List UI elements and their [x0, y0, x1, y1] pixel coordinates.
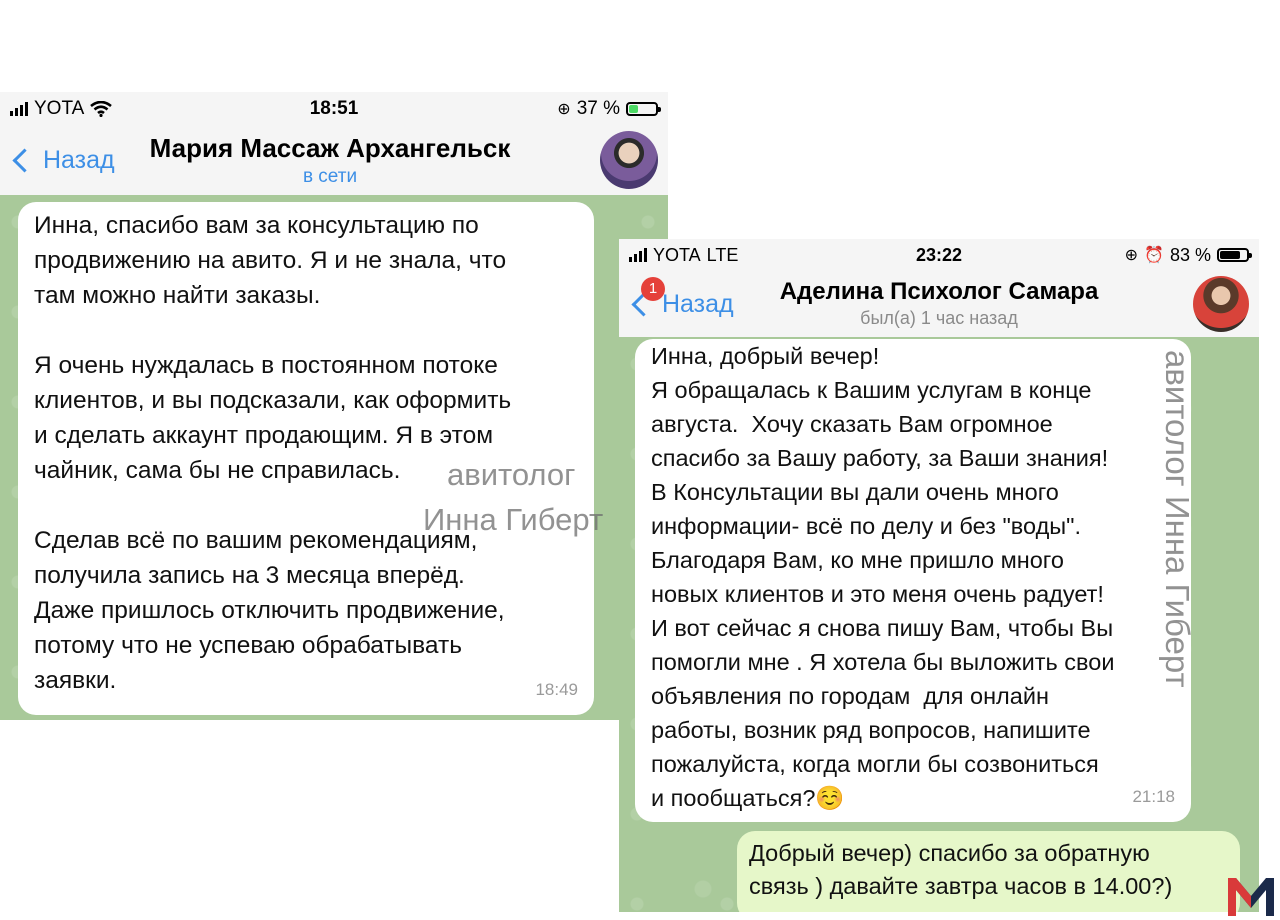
battery-percent: 83 % [1169, 244, 1211, 265]
message-line: Инна, спасибо вам за консультацию по [34, 212, 479, 239]
message-line: И вот сейчас я снова пишу Вам, чтобы Вы [651, 615, 1114, 641]
message-line: Я очень нуждалась в постоянном потоке [34, 352, 498, 379]
battery-percent: 37 % [576, 97, 620, 119]
orientation-lock-icon: ⊕ [557, 100, 571, 118]
status-bar: YOTA 18:51 ⊕ 37 % [0, 92, 668, 125]
outgoing-message: Добрый вечер) спасибо за обратную связь … [737, 831, 1240, 912]
alarm-icon: ⏰ [1144, 247, 1164, 264]
message-line: продвижению на авито. Я и не знала, что [34, 247, 507, 274]
message-line: помогли мне . Я хотела бы выложить свои [651, 649, 1115, 675]
message-line: там можно найти заказы. [34, 282, 321, 309]
message-line: информации- всё по делу и без "воды". [651, 513, 1082, 539]
message-line: пожалуйста, когда могли бы созвониться [651, 751, 1099, 777]
chat-status: в сети [302, 166, 358, 187]
message-line: получила запись на 3 месяца вперёд. [34, 562, 465, 589]
chat-title-area[interactable]: Аделина Психолог Самара был(а) 1 час наз… [729, 278, 1149, 329]
back-label: Назад [43, 145, 115, 174]
status-right: ⊕ 37 % [557, 92, 661, 125]
message-line: потому что не успеваю обрабатывать [34, 632, 462, 659]
message-line: Я обращалась к Вашим услугам в конце [651, 377, 1092, 403]
message-line: спасибо за Вашу работу, за Ваши знания! [651, 445, 1109, 471]
battery-fill [1220, 251, 1240, 259]
message-line: Добрый вечер) спасибо за обратную [749, 840, 1150, 866]
message-line: и пообщаться?☺️ [651, 785, 845, 811]
message-line: и сделать аккаунт продающим. Я в этом [34, 422, 494, 449]
message-time: 18:49 [535, 680, 578, 699]
message-line: Благодаря Вам, ко мне пришло много [651, 547, 1064, 573]
status-bar: YOTA LTE 23:22 ⊕ ⏰ 83 % [619, 239, 1259, 271]
chat-last-seen: был(а) 1 час назад [860, 308, 1018, 328]
incoming-message: Инна, добрый вечер! Я обращалась к Вашим… [635, 339, 1191, 822]
brand-logo-m [1228, 878, 1274, 916]
watermark-line-1: авитолог [447, 457, 576, 492]
chat-title: Мария Массаж Архангельск [149, 133, 511, 163]
watermark-vertical: авитолог Инна Гиберт [1159, 350, 1196, 688]
message-line: связь ) давайте завтра часов в 14.00?) [749, 873, 1173, 899]
message-line: объявления по городам для онлайн [651, 683, 1049, 709]
chat-screenshot-1: YOTA 18:51 ⊕ 37 % Назад Мария Массаж Арх… [0, 92, 668, 720]
battery-icon [1217, 248, 1252, 262]
message-time: 21:18 [1132, 787, 1175, 806]
message-line: Инна, добрый вечер! [651, 343, 880, 369]
message-line: В Консультации вы дали очень много [651, 479, 1059, 505]
back-button[interactable]: Назад [10, 125, 115, 195]
chat-header: Назад 1 Аделина Психолог Самара был(а) 1… [619, 271, 1259, 338]
back-label: Назад [662, 289, 734, 318]
chat-header: Назад Мария Массаж Архангельск в сети [0, 125, 668, 196]
message-paragraph: Сделав всё по вашим рекомендациям, получ… [34, 523, 578, 698]
message-line: Даже пришлось отключить продвижение, [34, 597, 505, 624]
message-paragraph: Инна, спасибо вам за консультацию по про… [34, 208, 578, 313]
message-line: клиентов, и вы подсказали, как оформить [34, 387, 512, 414]
orientation-lock-icon: ⊕ [1124, 247, 1139, 264]
chat-title-area[interactable]: Мария Массаж Архангельск в сети [120, 133, 540, 188]
battery-icon [626, 101, 661, 116]
status-right: ⊕ ⏰ 83 % [1124, 239, 1252, 271]
battery-fill [629, 104, 638, 113]
avatar[interactable] [600, 131, 658, 189]
message-line: новых клиентов и это меня очень радует! [651, 581, 1104, 607]
avatar[interactable] [1193, 276, 1249, 332]
message-line: заявки. [34, 667, 117, 694]
chevron-left-icon [12, 147, 37, 173]
unread-badge: 1 [641, 277, 665, 301]
watermark-line-2: Инна Гиберт [423, 502, 604, 537]
message-line: работы, возник ряд вопросов, напишите [651, 717, 1091, 743]
chat-title: Аделина Психолог Самара [779, 278, 1099, 305]
message-line: августа. Хочу сказать Вам огромное [651, 411, 1053, 437]
